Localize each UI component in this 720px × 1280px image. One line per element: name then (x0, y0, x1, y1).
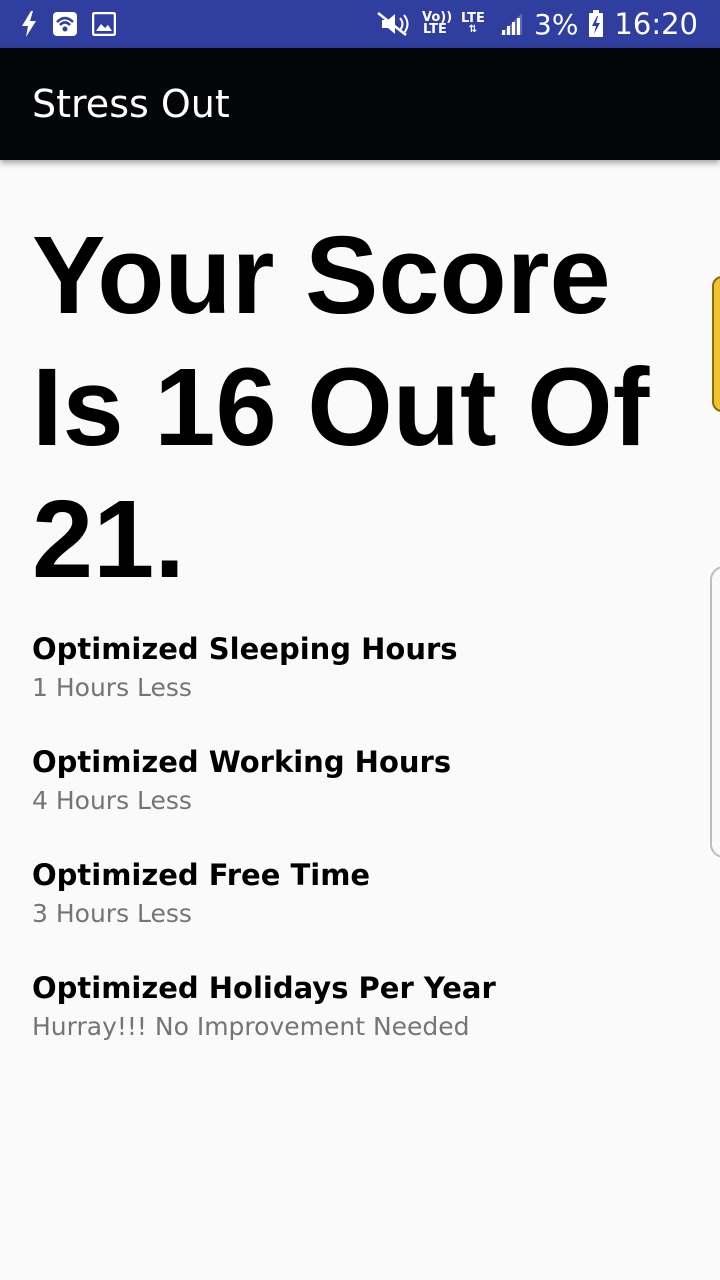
lte-icon: LTE ⇅ (461, 11, 485, 35)
result-value: Hurray!!! No Improvement Needed (32, 1012, 470, 1041)
score-heading: Your Score Is 16 Out Of 21. (32, 214, 650, 601)
battery-charging-icon (588, 10, 604, 38)
result-title: Optimized Sleeping Hours (32, 632, 458, 666)
edge-handle-tab[interactable] (712, 276, 720, 412)
result-title: Optimized Working Hours (32, 745, 452, 779)
result-item-working: Optimized Working Hours 4 Hours Less (32, 741, 682, 854)
edge-panel-handle[interactable] (710, 566, 720, 858)
app-bar: Stress Out (0, 48, 720, 160)
result-item-free-time: Optimized Free Time 3 Hours Less (32, 854, 682, 967)
status-bar-right-icons: Vo)) LTE LTE ⇅ 3% 16:20 (376, 6, 698, 42)
result-title: Optimized Holidays Per Year (32, 971, 496, 1005)
image-icon (92, 12, 116, 36)
battery-percentage: 3% (534, 7, 579, 41)
result-item-holidays: Optimized Holidays Per Year Hurray!!! No… (32, 967, 682, 1080)
wifi-hotspot-icon (52, 11, 78, 37)
status-bar: Vo)) LTE LTE ⇅ 3% 16:20 (0, 0, 720, 48)
signal-icon (498, 11, 524, 37)
result-title: Optimized Free Time (32, 858, 371, 892)
flash-icon (20, 11, 38, 37)
clock: 16:20 (614, 7, 698, 41)
volte-icon: Vo)) LTE (422, 10, 453, 37)
result-value: 4 Hours Less (32, 786, 192, 815)
status-bar-left-icons (20, 8, 116, 40)
result-value: 3 Hours Less (32, 899, 192, 928)
results-list: Optimized Sleeping Hours 1 Hours Less Op… (32, 628, 682, 1080)
main-content: Your Score Is 16 Out Of 21. Optimized Sl… (0, 160, 720, 1280)
mute-icon (376, 11, 412, 37)
app-title: Stress Out (32, 82, 230, 126)
result-value: 1 Hours Less (32, 673, 192, 702)
volte-label: Vo)) LTE (422, 10, 453, 37)
result-item-sleeping: Optimized Sleeping Hours 1 Hours Less (32, 628, 682, 741)
